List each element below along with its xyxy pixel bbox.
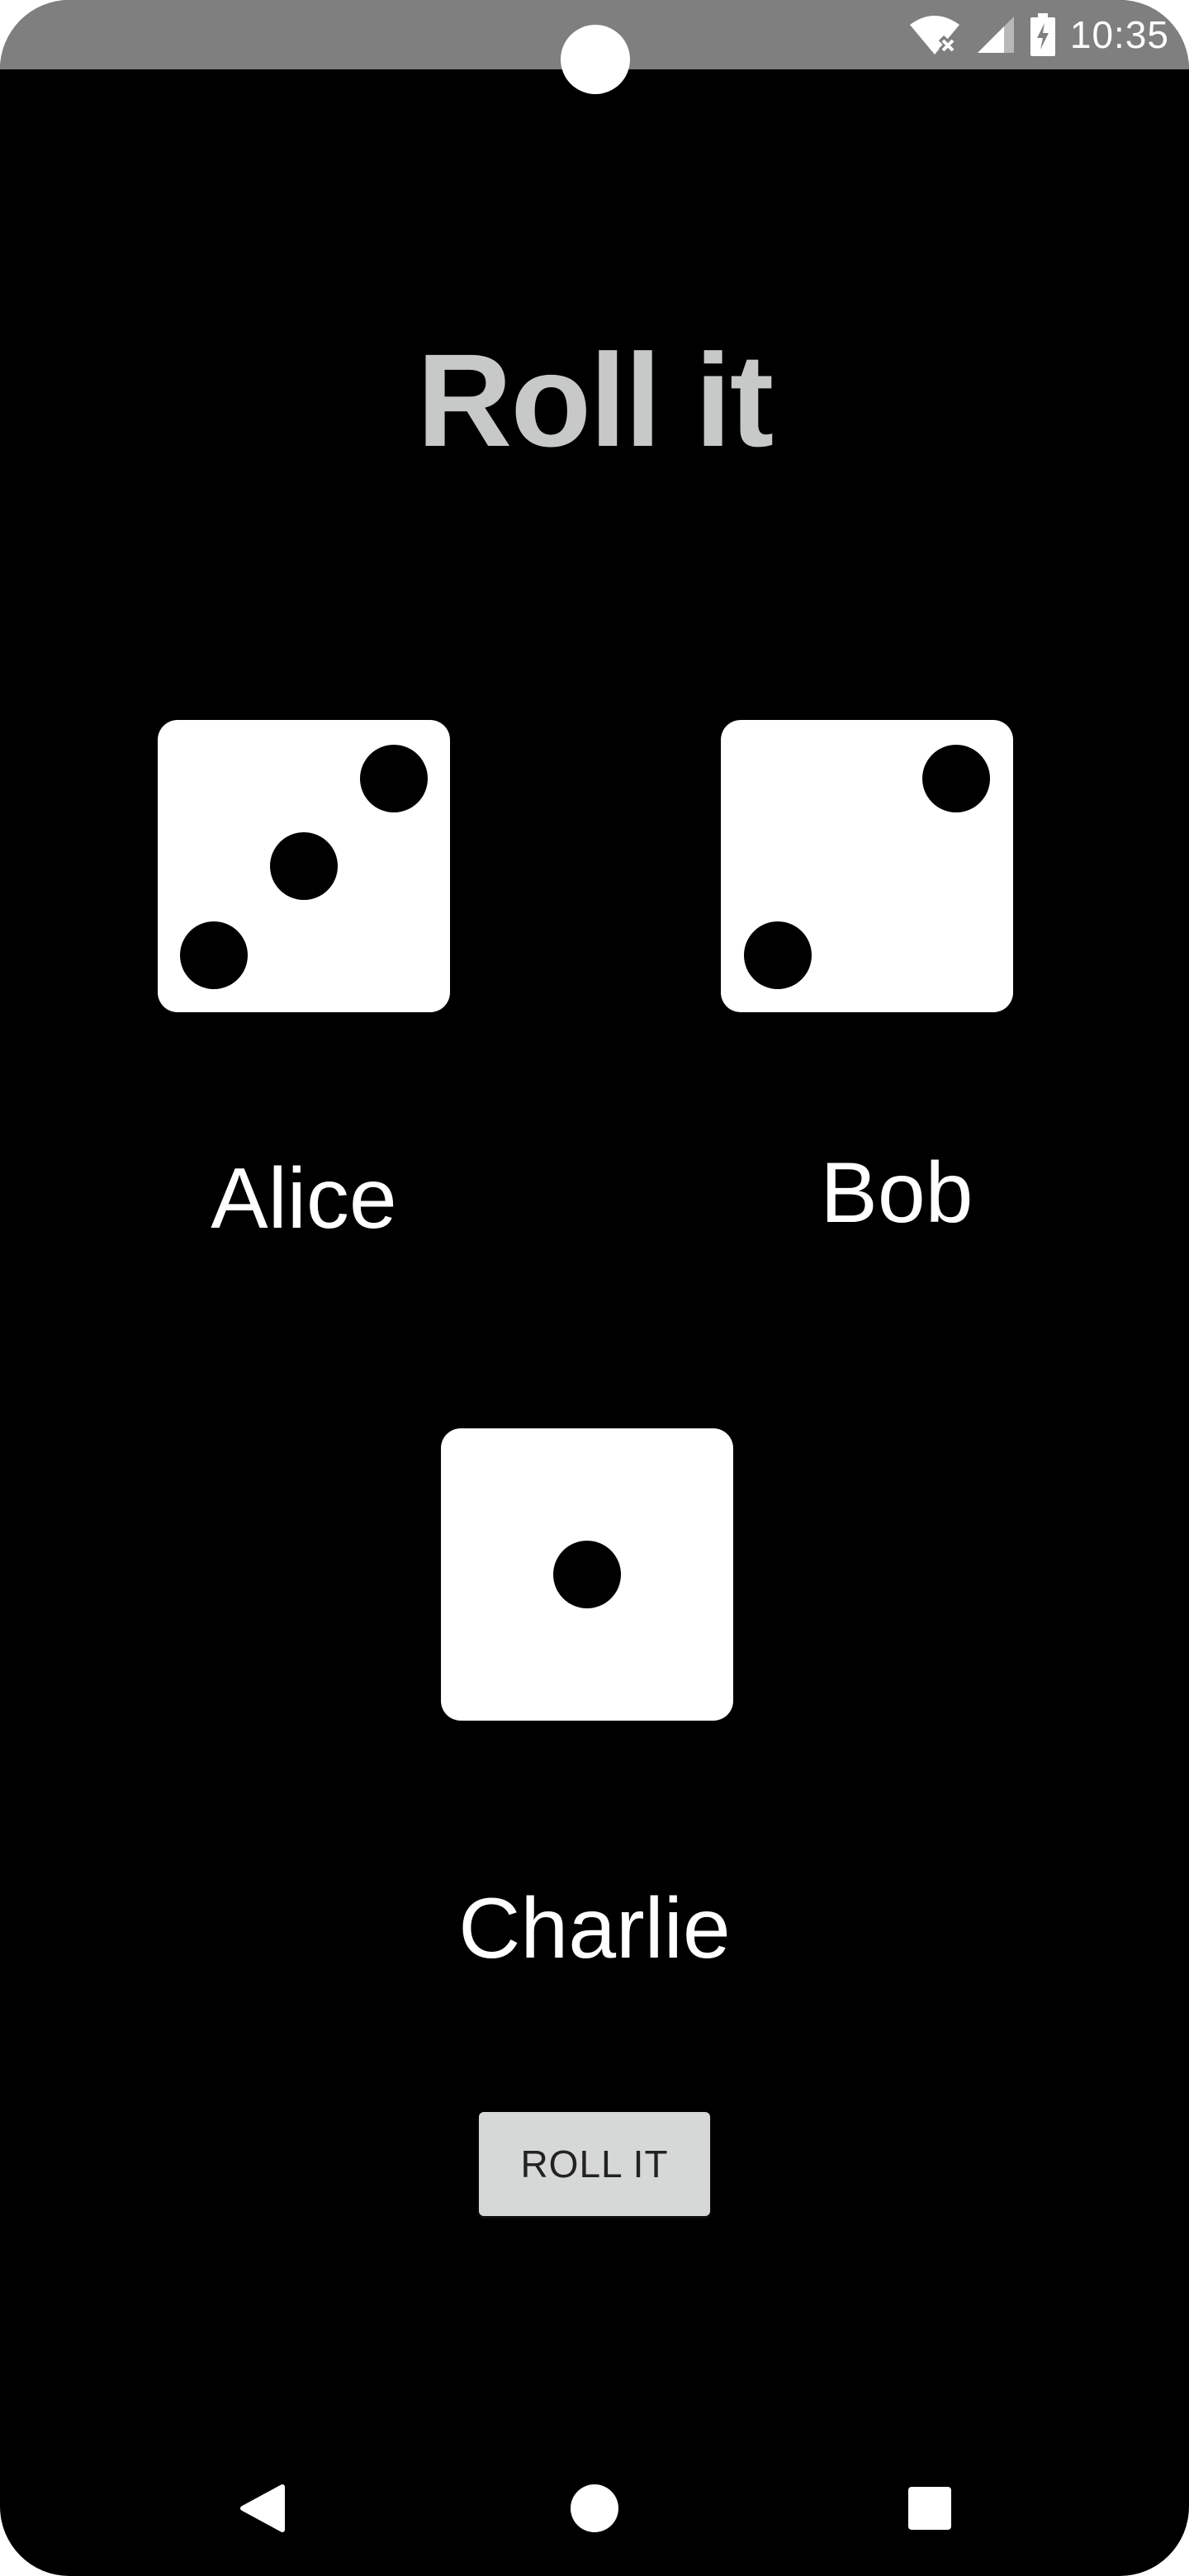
die-pip [922,745,990,812]
signal-icon [976,15,1016,54]
battery-charging-icon [1030,13,1055,56]
die-charlie [441,1428,733,1721]
die-bob [721,720,1013,1012]
back-icon [239,2484,286,2537]
app-screen: 10:35 Roll it Alice Bob Charlie ROLL IT [0,0,1189,2576]
recents-icon [907,2486,952,2535]
app-title: Roll it [416,326,774,474]
status-icons: 10:35 [908,8,1169,61]
player-name-bob: Bob [820,1145,973,1241]
back-button[interactable] [197,2444,329,2576]
recents-button[interactable] [864,2444,996,2576]
die-pip [553,1541,621,1608]
die-pip [180,921,248,989]
die-pip [744,921,812,989]
die-alice [158,720,450,1012]
wifi-off-icon [908,13,961,56]
navigation-bar [0,2444,1189,2576]
die-pip [360,745,428,812]
front-camera-cutout [561,25,630,94]
die-pip [270,832,338,900]
home-button[interactable] [528,2444,661,2576]
home-icon [570,2484,619,2537]
roll-it-button[interactable]: ROLL IT [479,2112,710,2216]
player-name-charlie: Charlie [458,1881,731,1977]
player-name-alice: Alice [211,1151,397,1247]
status-time: 10:35 [1069,13,1169,56]
